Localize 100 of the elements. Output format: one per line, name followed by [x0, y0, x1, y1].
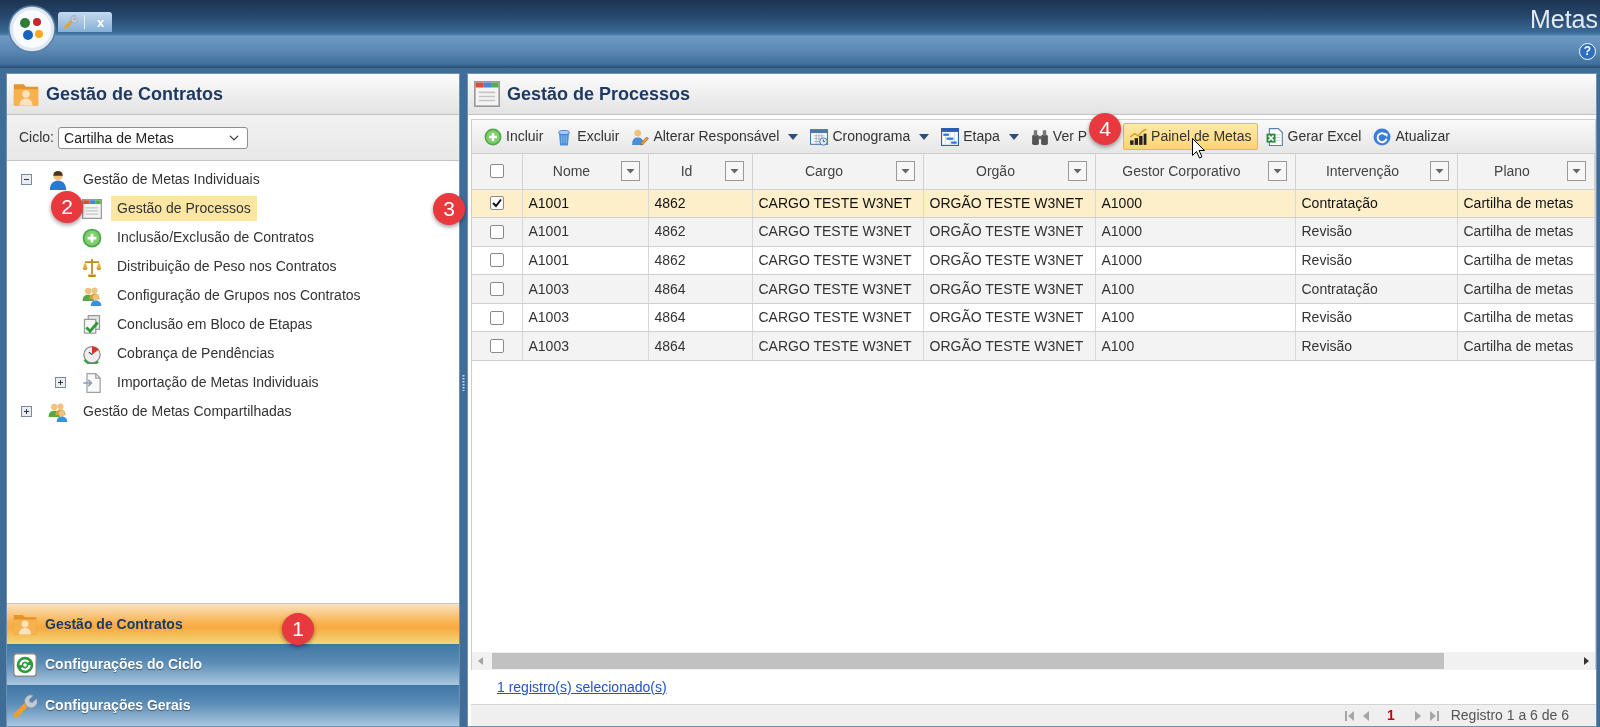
row-checkbox[interactable]	[489, 224, 504, 239]
table-cell: CARGO TESTE W3NET	[752, 331, 923, 361]
table-cell: 4862	[648, 189, 752, 218]
app-title: Metas	[1529, 5, 1598, 33]
tree-item[interactable]: Cobrança de Pendências	[111, 341, 281, 366]
toolbar-button[interactable]: Gerar Excel	[1261, 123, 1366, 150]
table-cell: A1003	[522, 303, 648, 332]
binoculars-icon	[1030, 127, 1049, 146]
scroll-right-icon[interactable]	[1584, 657, 1589, 665]
toolbar-button[interactable]: Atualizar	[1369, 123, 1454, 150]
table-cell: Revisão	[1295, 246, 1457, 275]
table-cell: Revisão	[1295, 331, 1457, 361]
current-page[interactable]: 1	[1386, 705, 1395, 726]
table-cell: CARGO TESTE W3NET	[752, 217, 923, 247]
row-checkbox[interactable]	[489, 310, 504, 325]
calendar-clock-icon	[810, 127, 829, 146]
table-cell: CARGO TESTE W3NET	[752, 189, 923, 218]
filter-dropdown-icon[interactable]	[724, 161, 744, 182]
tree-item[interactable]: Distribuição de Peso nos Contratos	[111, 254, 343, 279]
tree-item[interactable]: Importação de Metas Individuais	[111, 370, 325, 395]
table-cell: ORGÃO TESTE W3NET	[923, 303, 1095, 332]
table-cell: 4862	[648, 246, 752, 275]
toolbar-button[interactable]: Alterar Responsável	[627, 123, 803, 150]
table-cell: Cartilha de metas	[1457, 246, 1594, 275]
table-cell: ORGÃO TESTE W3NET	[923, 246, 1095, 275]
table-row[interactable]: A1003 4864 CARGO TESTE W3NET ORGÃO TESTE W3NET A100 Revisão Cartilha de metas	[472, 303, 1594, 332]
table-cell: CARGO TESTE W3NET	[752, 303, 923, 332]
expand-icon[interactable]	[21, 406, 32, 417]
filter-dropdown-icon[interactable]	[1566, 161, 1586, 182]
table-row[interactable]: A1001 4862 CARGO TESTE W3NET ORGÃO TESTE W3NET A1000 Contratação Cartilha de metas	[472, 189, 1594, 218]
first-page-icon[interactable]	[1344, 710, 1354, 721]
toolbar-button[interactable]: Cronograma	[806, 123, 934, 150]
toolbar-button[interactable]: Ver P	[1026, 123, 1092, 150]
row-checkbox[interactable]	[489, 282, 504, 297]
table-cell: Contratação	[1295, 274, 1457, 304]
wrench-icon	[64, 15, 78, 29]
column-header: Intervenção	[1324, 161, 1401, 181]
table-cell: A1000	[1095, 246, 1295, 275]
tree-item[interactable]: Configuração de Grupos nos Contratos	[111, 283, 367, 308]
table-cell: Cartilha de metas	[1457, 303, 1594, 332]
filter-dropdown-icon[interactable]	[1067, 161, 1087, 182]
scroll-left-icon[interactable]	[478, 657, 483, 665]
scales-icon	[82, 256, 102, 277]
caret-icon	[788, 133, 799, 140]
table-cell: Cartilha de metas	[1457, 331, 1594, 361]
table-cell: A1003	[522, 331, 648, 361]
filter-dropdown-icon[interactable]	[1267, 161, 1287, 182]
select-all-checkbox[interactable]	[489, 164, 504, 179]
table-cell: ORGÃO TESTE W3NET	[923, 274, 1095, 304]
tree-item[interactable]: Gestão de Processos	[111, 196, 257, 221]
table-cell: 4864	[648, 331, 752, 361]
table-cell: A1000	[1095, 189, 1295, 218]
table-row[interactable]: A1001 4862 CARGO TESTE W3NET ORGÃO TESTE W3NET A1000 Revisão Cartilha de metas	[472, 246, 1594, 275]
table-cell: A1001	[522, 217, 648, 247]
table-cell: ORGÃO TESTE W3NET	[923, 189, 1095, 218]
spreadsheet-icon	[1265, 127, 1284, 146]
table-cell: A1001	[522, 189, 648, 218]
row-checkbox[interactable]	[489, 339, 504, 354]
filter-dropdown-icon[interactable]	[620, 161, 640, 182]
previous-page-icon[interactable]	[1362, 710, 1369, 721]
table-cell: 4864	[648, 274, 752, 304]
row-checkbox[interactable]	[489, 253, 504, 268]
help-button[interactable]: ?	[1579, 43, 1596, 60]
table-cell: Contratação	[1295, 189, 1457, 218]
add-icon	[82, 227, 102, 248]
wrench-icon	[13, 693, 37, 718]
panel-title: Gestão de Contratos	[46, 82, 224, 106]
toolbar-button[interactable]: Incluir	[480, 123, 548, 150]
user-icon	[48, 169, 68, 190]
tree-item[interactable]: Gestão de Metas Individuais	[77, 167, 266, 192]
toolbar-button[interactable]: Painel de Metas	[1123, 123, 1258, 150]
table-cell: Cartilha de metas	[1457, 274, 1594, 304]
filter-dropdown-icon[interactable]	[1429, 161, 1449, 182]
folder-user-icon	[13, 612, 37, 636]
users-icon	[82, 285, 102, 306]
splitter-grip-icon[interactable]	[462, 375, 465, 391]
collapse-icon[interactable]	[21, 174, 32, 185]
filter-dropdown-icon[interactable]	[895, 161, 915, 182]
selection-link[interactable]: 1 registro(s) selecionado(s)	[497, 676, 667, 698]
column-header: Cargo	[803, 161, 845, 181]
table-row[interactable]: A1001 4862 CARGO TESTE W3NET ORGÃO TESTE W3NET A1000 Revisão Cartilha de metas	[472, 217, 1594, 247]
tree-item[interactable]: Gestão de Metas Compartilhadas	[77, 399, 298, 424]
documents-check-icon	[82, 314, 102, 335]
next-page-icon[interactable]	[1414, 710, 1421, 721]
tree-item[interactable]: Inclusão/Exclusão de Contratos	[111, 225, 320, 250]
toolbar-button[interactable]: Etapa	[937, 123, 1023, 150]
folder-user-icon	[13, 81, 39, 107]
app-logo-icon[interactable]	[8, 5, 56, 53]
tree-item[interactable]: Conclusão em Bloco de Etapas	[111, 312, 319, 337]
horizontal-scrollbar[interactable]	[471, 652, 1596, 670]
expand-icon[interactable]	[55, 377, 66, 388]
scrollbar-thumb[interactable]	[492, 653, 1444, 669]
table-row[interactable]: A1003 4864 CARGO TESTE W3NET ORGÃO TESTE W3NET A100 Contratação Cartilha de metas	[472, 274, 1594, 304]
cycle-select[interactable]: Cartilha de Metas	[58, 126, 248, 149]
column-header: Nome	[551, 161, 592, 181]
row-checkbox[interactable]	[489, 196, 504, 211]
toolbar-button[interactable]: Excluir	[551, 123, 624, 150]
last-page-icon[interactable]	[1429, 710, 1439, 721]
table-row[interactable]: A1003 4864 CARGO TESTE W3NET ORGÃO TESTE W3NET A100 Revisão Cartilha de metas	[472, 331, 1594, 361]
cycle-label: Ciclo:	[19, 128, 54, 147]
